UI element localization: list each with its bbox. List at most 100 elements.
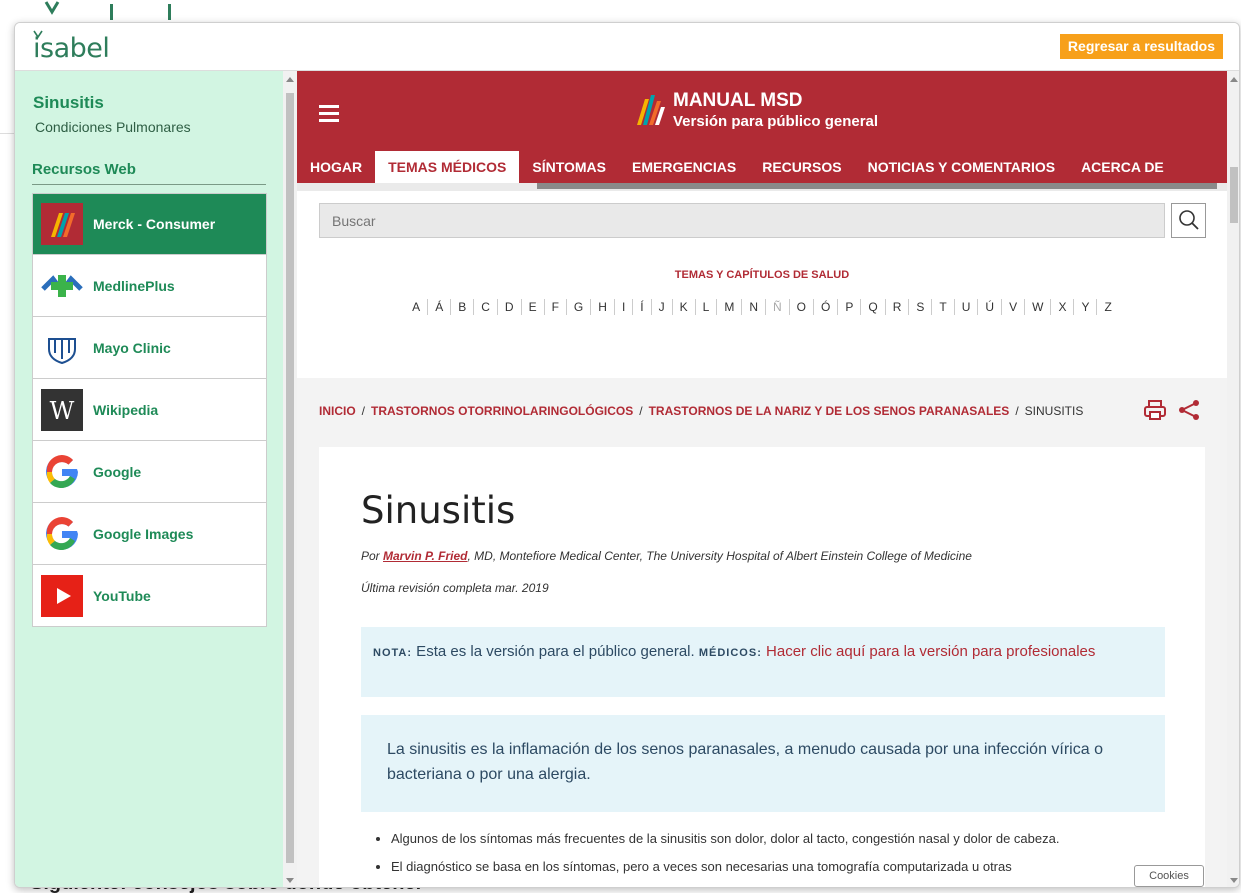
scroll-up-arrow-icon[interactable] [286,77,294,82]
return-to-results-button[interactable]: Regresar a resultados [1059,34,1223,59]
alphabet-letter[interactable]: S [909,299,933,315]
resource-label: Wikipedia [93,401,159,418]
cookies-button[interactable]: Cookies [1134,865,1204,887]
breadcrumb-current: SINUSITIS [1024,404,1084,418]
alphabet-letter[interactable]: Í [633,299,652,315]
msd-title[interactable]: MANUAL MSD [673,91,802,111]
alphabet-letter[interactable]: B [451,299,475,315]
review-date: Última revisión completa mar. 2019 [361,581,549,595]
msd-header: MANUAL MSD Versión para público general … [297,71,1227,183]
alphabet-letter[interactable]: Y [1074,299,1098,315]
resource-merck-consumer[interactable]: Merck - Consumer [32,193,267,255]
resource-label: Google [93,463,142,480]
alphabet-letter[interactable]: H [591,299,615,315]
nav-tab-noticias[interactable]: NOTICIAS Y COMENTARIOS [855,151,1068,183]
alphabet-letter[interactable]: W [1025,299,1052,315]
scroll-down-arrow-icon[interactable] [286,878,294,883]
nav-scroll-indicator [297,183,1227,191]
scrollbar-thumb[interactable] [1230,167,1238,223]
search-input[interactable] [319,203,1165,238]
nav-tab-emergencias[interactable]: EMERGENCIAS [619,151,749,183]
svg-text:W: W [50,397,75,425]
search-button[interactable] [1171,203,1206,238]
alphabet-letter[interactable]: C [474,299,498,315]
msd-nav: HOGAR TEMAS MÉDICOS SÍNTOMAS EMERGENCIAS… [297,151,1177,183]
alphabet-letter[interactable]: X [1051,299,1075,315]
nav-tab-sintomas[interactable]: SÍNTOMAS [519,151,619,183]
alphabet-letter[interactable]: Z [1097,299,1118,315]
alphabet-letter[interactable]: D [498,299,522,315]
content-scrollbar[interactable] [1227,71,1239,887]
byline-prefix: Por [361,549,384,563]
print-icon[interactable] [1143,399,1167,421]
msd-subtitle: Versión para público general [673,113,879,130]
nav-tab-temas-medicos[interactable]: TEMAS MÉDICOS [375,151,520,183]
alphabet-letter[interactable]: L [696,299,718,315]
alphabet-letter[interactable]: Ú [978,299,1003,315]
author-link[interactable]: Marvin P. Fried [383,549,467,563]
alphabet-letter[interactable]: U [955,299,979,315]
alphabet-letter[interactable]: P [838,299,862,315]
share-icon[interactable] [1177,398,1201,422]
resource-mayo-clinic[interactable]: Mayo Clinic [32,317,267,379]
article-title: Sinusitis [361,489,516,532]
version-note: NOTA: Esta es la versión para el público… [361,627,1165,697]
alphabet-letter[interactable]: F [545,299,567,315]
resource-label: YouTube [93,587,151,604]
list-item: El diagnóstico se basa en los síntomas, … [391,857,1169,877]
background-divider [0,133,14,134]
resource-label: Merck - Consumer [93,216,216,232]
web-resources-heading: Recursos Web [32,161,266,185]
scrollbar-thumb[interactable] [286,93,294,863]
breadcrumb-inicio[interactable]: INICIO [319,404,356,418]
key-points-list: Algunos de los síntomas más frecuentes d… [379,829,1169,885]
alphabet-letter[interactable]: O [790,299,815,315]
alphabet-letter[interactable]: N [742,299,766,315]
scroll-down-arrow-icon[interactable] [1230,878,1238,883]
google-logo-icon [41,513,83,555]
resource-google-images[interactable]: Google Images [32,503,267,565]
search-area: TEMAS Y CAPÍTULOS DE SALUD AÁBCDEFGHIÍJK… [297,191,1227,378]
msd-logo-icon[interactable] [633,91,669,127]
sidebar-scrollbar[interactable] [283,71,297,887]
breadcrumb-trastornos-orl[interactable]: TRASTORNOS OTORRINOLARINGOLÓGICOS [371,404,633,418]
alphabet-letter[interactable]: Q [861,299,886,315]
alphabet-letter[interactable]: I [615,299,634,315]
article: Sinusitis Por Marvin P. Fried, MD, Monte… [319,447,1205,887]
resource-youtube[interactable]: YouTube [32,565,267,627]
breadcrumb-nariz-senos[interactable]: TRASTORNOS DE LA NARIZ Y DE LOS SENOS PA… [649,404,1010,418]
alphabet-letter[interactable]: T [932,299,955,315]
nav-tab-hogar[interactable]: HOGAR [297,151,375,183]
professional-version-link[interactable]: Hacer clic aquí para la versión para pro… [762,643,1095,660]
byline: Por Marvin P. Fried, MD, Montefiore Medi… [361,549,972,563]
nav-tab-acerca-de[interactable]: ACERCA DE [1068,151,1177,183]
nav-tab-recursos[interactable]: RECURSOS [749,151,854,183]
alphabet-letter[interactable]: G [567,299,592,315]
resources-sidebar: Sinusitis Condiciones Pulmonares Recurso… [15,71,283,887]
resource-wikipedia[interactable]: W Wikipedia [32,379,267,441]
alphabet-letter[interactable]: M [717,299,743,315]
alphabet-letter[interactable]: K [673,299,696,315]
hamburger-menu-icon[interactable] [319,105,339,122]
alphabet-letter[interactable]: J [652,299,673,315]
scroll-up-arrow-icon[interactable] [1230,77,1238,82]
medlineplus-logo-icon [41,265,83,307]
alphabet-letter[interactable]: R [886,299,910,315]
alphabet-letter[interactable]: Á [428,299,452,315]
alphabet-letter[interactable]: A [405,299,429,315]
resource-google[interactable]: Google [32,441,267,503]
mayo-clinic-logo-icon [41,327,83,369]
resource-medlineplus[interactable]: MedlinePlus [32,255,267,317]
resource-list: Merck - Consumer MedlinePlus Mayo Clinic… [32,193,267,627]
modal-header: isabel Regresar a resultados [15,23,1239,71]
alphabet-letter[interactable]: E [522,299,545,315]
alphabet-letter[interactable]: Ó [814,299,839,315]
wikipedia-logo-icon: W [41,388,83,431]
isabel-check-icon [33,30,43,39]
list-item: Algunos de los síntomas más frecuentes d… [391,829,1169,849]
alphabet-letter[interactable]: V [1002,299,1026,315]
isabel-logo[interactable]: isabel [33,29,133,67]
alphabet-index: AÁBCDEFGHIÍJKLMNÑOÓPQRSTUÚVWXYZ [327,295,1197,320]
resource-label: MedlinePlus [93,277,175,294]
resource-label: Google Images [93,525,194,542]
